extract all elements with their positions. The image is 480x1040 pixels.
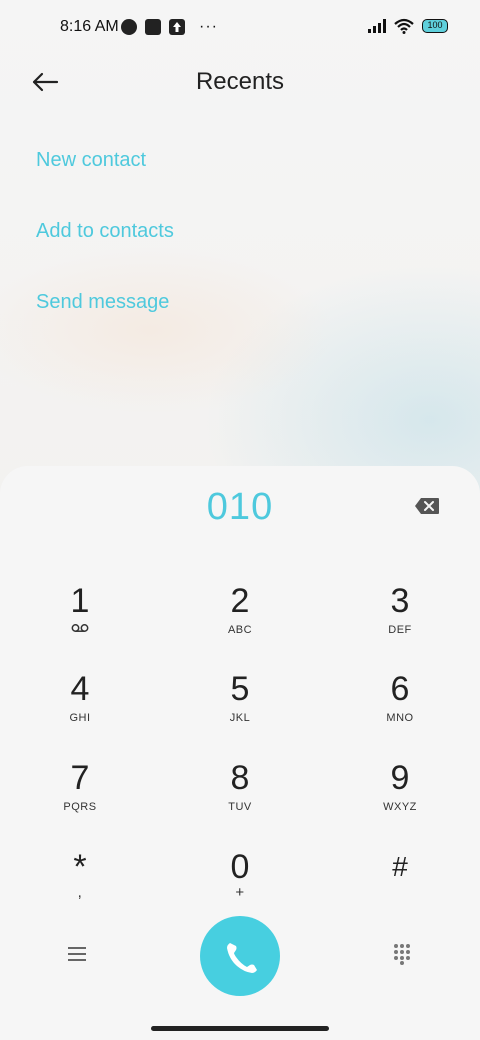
voicemail-icon bbox=[71, 624, 89, 632]
key-letters: GHI bbox=[69, 712, 91, 724]
key-digit: 1 bbox=[70, 582, 90, 620]
key-letters: ABC bbox=[227, 624, 253, 636]
app-notification-icon bbox=[121, 19, 137, 35]
upload-notification-icon bbox=[169, 19, 185, 35]
battery-icon: 100 bbox=[422, 19, 448, 33]
dialed-number: 010 bbox=[206, 486, 274, 528]
key-digit: 3 bbox=[390, 582, 410, 620]
call-button[interactable] bbox=[200, 916, 280, 996]
key-digit: # bbox=[392, 851, 408, 882]
notification-icons: ··· bbox=[121, 18, 218, 36]
key-7[interactable]: 7 PQRS bbox=[25, 759, 135, 839]
dialpad-icon[interactable] bbox=[392, 943, 412, 965]
menu-icon[interactable] bbox=[66, 944, 90, 964]
square-notification-icon bbox=[145, 19, 161, 35]
key-digit: 8 bbox=[230, 759, 250, 797]
wifi-icon bbox=[394, 18, 414, 34]
key-2[interactable]: 2 ABC bbox=[185, 582, 295, 662]
key-digit: 4 bbox=[70, 670, 90, 708]
key-digit: 5 bbox=[230, 670, 250, 708]
key-digit: * bbox=[73, 848, 87, 886]
key-4[interactable]: 4 GHI bbox=[25, 670, 135, 750]
key-letters: TUV bbox=[228, 801, 252, 813]
key-digit: 9 bbox=[390, 759, 410, 797]
phone-icon bbox=[227, 943, 257, 973]
add-to-contacts-link[interactable]: Add to contacts bbox=[36, 217, 336, 288]
home-indicator[interactable] bbox=[151, 1026, 329, 1031]
status-bar: 8:16 AM ··· 100 bbox=[0, 0, 480, 56]
action-list: New contact Add to contacts Send message bbox=[36, 146, 336, 359]
signal-icon bbox=[368, 19, 386, 33]
page-title: Recents bbox=[195, 68, 285, 95]
status-right: 100 bbox=[368, 18, 448, 34]
key-1[interactable]: 1 bbox=[25, 582, 135, 662]
bottom-bar bbox=[0, 910, 480, 1000]
key-8[interactable]: 8 TUV bbox=[185, 759, 295, 839]
key-digit: 6 bbox=[390, 670, 410, 708]
key-letters: MNO bbox=[386, 712, 414, 724]
key-letters: + bbox=[235, 884, 245, 901]
key-letters: PQRS bbox=[63, 801, 97, 813]
key-3[interactable]: 3 DEF bbox=[345, 582, 455, 662]
key-5[interactable]: 5 JKL bbox=[185, 670, 295, 750]
more-notifications-icon: ··· bbox=[199, 18, 218, 35]
key-9[interactable]: 9 WXYZ bbox=[345, 759, 455, 839]
key-digit: 2 bbox=[230, 582, 250, 620]
status-time: 8:16 AM bbox=[60, 18, 119, 35]
key-digit: 0 bbox=[230, 848, 250, 886]
key-digit: 7 bbox=[70, 759, 90, 797]
top-bar: Recents bbox=[0, 56, 480, 112]
new-contact-link[interactable]: New contact bbox=[36, 146, 336, 217]
key-letters: , bbox=[77, 884, 83, 901]
key-letters: DEF bbox=[388, 624, 412, 636]
key-letters: JKL bbox=[229, 712, 251, 724]
key-6[interactable]: 6 MNO bbox=[345, 670, 455, 750]
key-letters: WXYZ bbox=[383, 801, 417, 813]
send-message-link[interactable]: Send message bbox=[36, 288, 336, 359]
backspace-icon[interactable] bbox=[414, 497, 440, 515]
